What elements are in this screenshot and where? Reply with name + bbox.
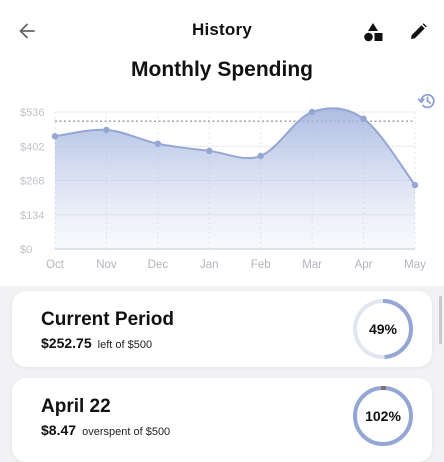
x-axis-ticks: Oct Nov Dec Jan Feb Mar Apr May (46, 259, 426, 271)
shapes-icon (364, 23, 383, 42)
edit-button[interactable] (403, 17, 433, 47)
y-axis-ticks: $536 $402 $268 $134 $0 (20, 107, 44, 256)
pencil-icon (411, 23, 427, 39)
progress-ring: 102% (352, 385, 414, 447)
history-screen: History Monthly Spending $536 $402 $268 … (0, 0, 444, 462)
card-title: April 22 (41, 396, 111, 417)
x-tick-label: Dec (148, 259, 169, 271)
current-period-card[interactable]: Current Period $252.75 left of $500 49% (12, 291, 432, 367)
progress-ring: 49% (352, 298, 414, 360)
progress-percent: 49% (368, 321, 398, 337)
y-tick-label: $536 (20, 107, 44, 119)
y-tick-label: $0 (20, 244, 32, 256)
data-point-oct[interactable] (51, 133, 59, 140)
data-point-feb[interactable] (257, 152, 264, 160)
x-tick-label: Mar (302, 259, 322, 271)
scrollbar[interactable] (439, 296, 442, 344)
data-point-jan[interactable] (206, 147, 213, 155)
data-point-nov[interactable] (103, 126, 110, 134)
card-note: left of $500 (97, 339, 153, 351)
april-22-card[interactable]: April 22 $8.47 overspent of $500 102% (12, 378, 432, 462)
y-tick-label: $402 (20, 141, 44, 153)
x-tick-label: Feb (251, 259, 271, 271)
shapes-button[interactable] (358, 17, 388, 47)
monthly-spending-chart: $536 $402 $268 $134 $0 Oct Nov Dec Jan Feb Mar Apr… (20, 107, 426, 271)
data-point-mar[interactable] (308, 108, 316, 116)
card-amount: $252.75 (41, 335, 92, 351)
chart-title: Monthly Spending (131, 58, 313, 81)
card-title: Current Period (41, 309, 175, 330)
y-tick-label: $268 (20, 176, 44, 188)
chart-area-series (51, 107, 419, 249)
card-summary: $8.47 overspent of $500 (41, 422, 170, 438)
x-tick-label: May (404, 259, 426, 271)
card-note: overspent of $500 (82, 426, 171, 438)
x-tick-label: Apr (355, 259, 373, 271)
x-tick-label: Nov (96, 259, 117, 271)
x-tick-label: Oct (46, 259, 65, 271)
progress-percent: 102% (365, 408, 401, 424)
data-point-apr[interactable] (360, 115, 367, 122)
card-summary: $252.75 left of $500 (41, 335, 152, 351)
data-point-dec[interactable] (154, 140, 162, 147)
data-point-may[interactable] (411, 181, 419, 189)
chart-panel: History Monthly Spending $536 $402 $268 … (0, 0, 444, 286)
card-amount: $8.47 (41, 422, 77, 438)
app-header: History (0, 0, 444, 62)
y-tick-label: $134 (20, 210, 44, 222)
x-tick-label: Jan (200, 259, 219, 271)
